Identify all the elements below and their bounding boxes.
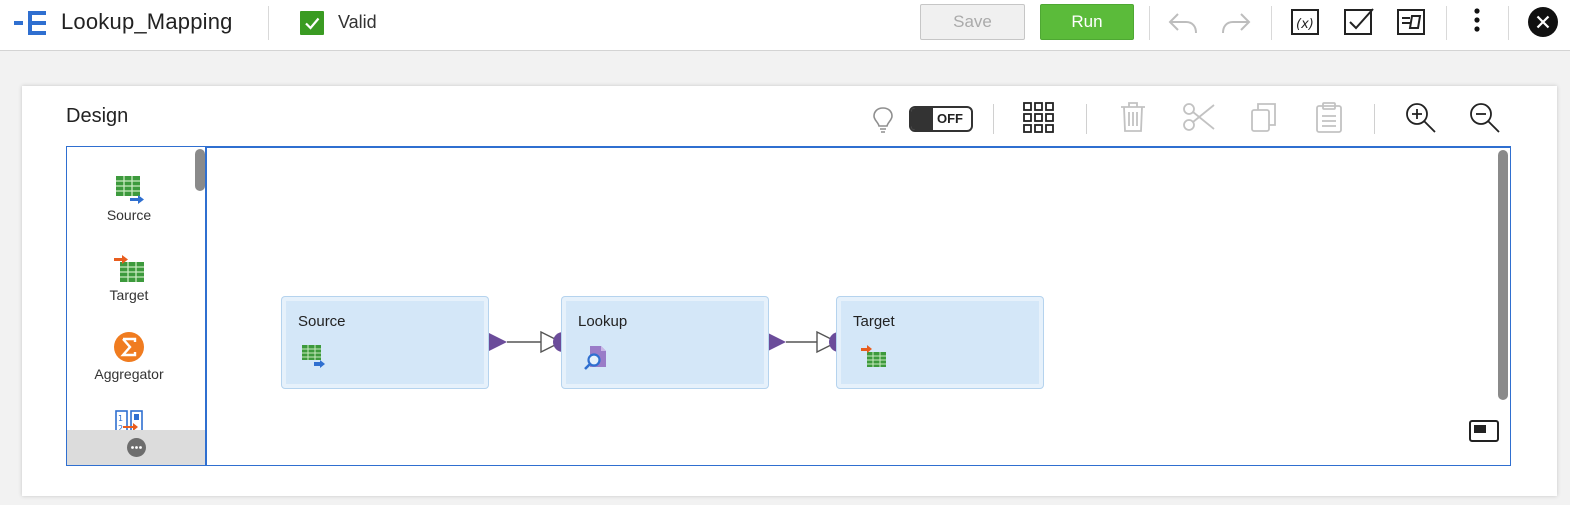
link-source-lookup[interactable]: [487, 330, 573, 354]
parameter-icon[interactable]: (x): [1288, 6, 1322, 38]
undo-icon[interactable]: [1166, 6, 1200, 38]
palette-item-source[interactable]: Source: [67, 174, 191, 223]
palette-item-target[interactable]: Target: [67, 254, 191, 303]
paste-icon[interactable]: [1314, 101, 1344, 133]
validation-status: Valid: [338, 12, 377, 32]
divider: [1508, 6, 1509, 40]
copy-icon[interactable]: [1249, 101, 1279, 133]
minimap-icon[interactable]: [1469, 420, 1499, 442]
source-icon: [302, 345, 325, 368]
divider: [1271, 6, 1272, 40]
divider: [1446, 6, 1447, 40]
divider: [268, 6, 269, 40]
validate-icon[interactable]: [1341, 6, 1375, 38]
toggle-label: OFF: [937, 111, 963, 126]
save-button[interactable]: Save: [920, 4, 1025, 40]
mapping-icon: [14, 11, 46, 35]
check-icon: [300, 11, 324, 35]
run-button[interactable]: Run: [1040, 4, 1134, 40]
close-icon[interactable]: [1528, 7, 1558, 37]
aggregator-icon: [114, 332, 144, 362]
target-icon: [861, 345, 886, 367]
top-toolbar: Lookup_Mapping Valid Save Run (x): [0, 0, 1570, 51]
source-icon: [116, 176, 144, 204]
redo-icon[interactable]: [1219, 6, 1253, 38]
lightbulb-icon[interactable]: [872, 106, 894, 134]
properties-icon[interactable]: [1394, 6, 1428, 38]
svg-text:(x): (x): [1296, 17, 1314, 32]
delete-icon[interactable]: [1119, 101, 1147, 133]
palette-item-label: Aggregator: [94, 366, 164, 382]
target-icon: [114, 255, 144, 282]
panel-title: Design: [66, 105, 129, 127]
toggle-knob: [911, 108, 933, 130]
palette-item-label: Target: [109, 287, 149, 303]
node-target[interactable]: Target: [837, 297, 1043, 388]
more-vertical-icon[interactable]: [1460, 6, 1494, 38]
divider: [1374, 104, 1375, 134]
arrange-grid-icon[interactable]: [1022, 101, 1056, 135]
mapping-canvas[interactable]: Source Lookup Target: [207, 146, 1511, 466]
zoom-in-icon[interactable]: [1404, 101, 1438, 135]
transformation-palette: Source Target Aggregator 1 2: [66, 146, 207, 466]
svg-text:1: 1: [118, 414, 123, 423]
design-panel: Design OFF Source Target Aggregator 1 2 …: [22, 86, 1557, 496]
lookup-icon: [584, 346, 606, 370]
node-label: Target: [853, 313, 895, 330]
more-options-icon[interactable]: [127, 438, 146, 457]
zoom-out-icon[interactable]: [1468, 101, 1502, 135]
palette-scrollbar[interactable]: [195, 149, 205, 191]
canvas-scrollbar[interactable]: [1498, 150, 1508, 400]
divider: [993, 104, 994, 134]
node-lookup[interactable]: Lookup: [562, 297, 768, 388]
palette-item-label: Source: [106, 207, 152, 223]
cut-icon[interactable]: [1182, 101, 1216, 133]
recommendation-toggle[interactable]: OFF: [909, 106, 973, 132]
node-label: Lookup: [578, 313, 628, 330]
divider: [1149, 6, 1150, 40]
palette-more-bar: [67, 430, 205, 465]
mapping-title[interactable]: Lookup_Mapping: [61, 9, 233, 35]
node-label: Source: [298, 313, 346, 330]
divider: [1086, 104, 1087, 134]
palette-item-aggregator[interactable]: Aggregator: [67, 331, 191, 382]
node-source[interactable]: Source: [282, 297, 488, 388]
